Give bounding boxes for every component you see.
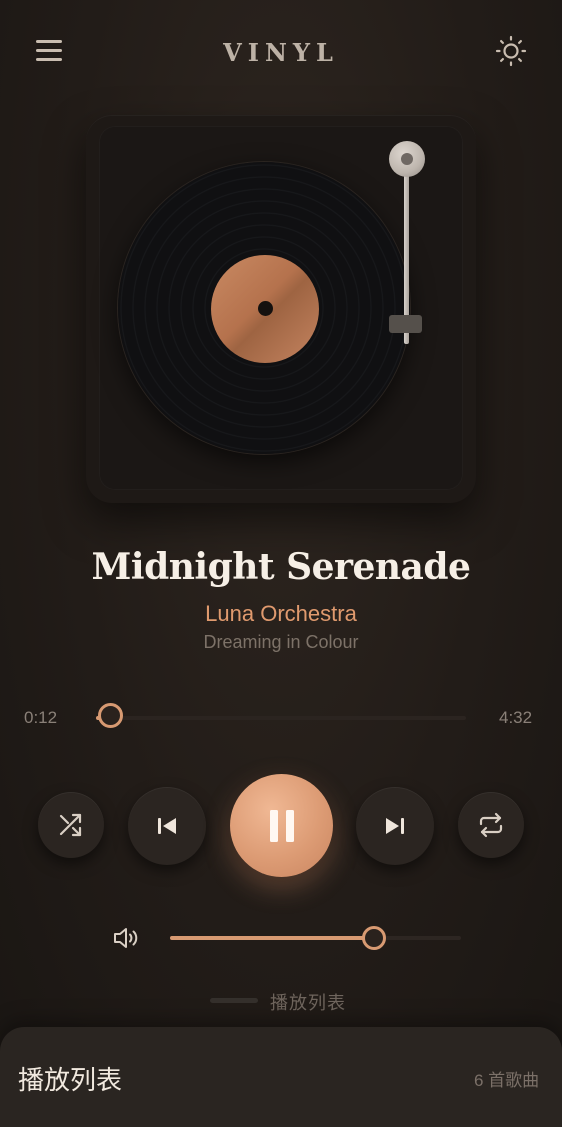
tonearm-headshell	[389, 315, 422, 333]
current-time: 0:12	[24, 708, 58, 727]
next-button[interactable]	[356, 787, 434, 865]
volume-fill	[170, 936, 374, 940]
track-artist[interactable]: Luna Orchestra	[0, 601, 562, 627]
shuffle-icon	[59, 813, 82, 837]
app-logo: VINYL	[223, 38, 339, 67]
record-spindle	[258, 301, 273, 316]
repeat-icon	[479, 812, 503, 838]
progress-bar[interactable]	[96, 716, 466, 720]
tonearm-pivot-center	[401, 153, 413, 165]
previous-button[interactable]	[128, 787, 206, 865]
skip-next-icon	[386, 818, 404, 834]
playlist-count: 6 首歌曲	[474, 1071, 540, 1090]
sun-icon	[495, 35, 527, 67]
volume-icon	[114, 928, 138, 948]
progress-handle[interactable]	[98, 703, 123, 728]
volume-button[interactable]	[112, 925, 140, 951]
skip-previous-icon	[158, 818, 176, 834]
playlist-title: 播放列表	[18, 1066, 123, 1096]
theme-toggle-button[interactable]	[494, 34, 528, 68]
track-album: Dreaming in Colour	[203, 632, 359, 652]
total-time: 4:32	[499, 708, 533, 727]
shuffle-button[interactable]	[38, 792, 104, 858]
repeat-button[interactable]	[458, 792, 524, 858]
playlist-drag-handle[interactable]	[210, 998, 258, 1003]
playlist-toggle[interactable]: 播放列表	[270, 989, 346, 1015]
volume-handle[interactable]	[362, 926, 386, 950]
pause-icon	[269, 809, 294, 842]
track-title: Midnight Serenade	[91, 546, 471, 588]
play-pause-button[interactable]	[230, 774, 333, 877]
